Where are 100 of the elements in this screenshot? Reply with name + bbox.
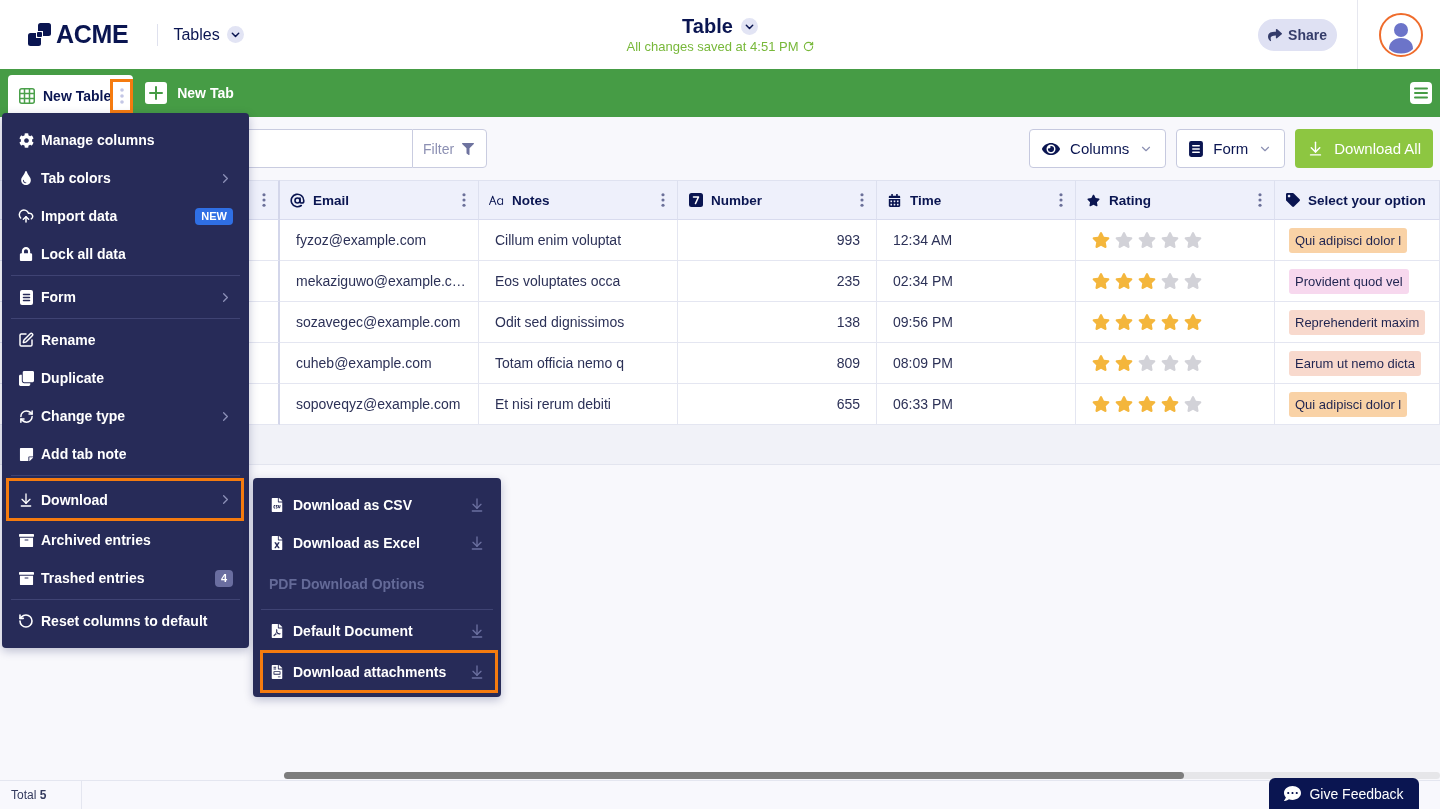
menu-item[interactable]: Download as CSV	[253, 486, 501, 524]
section-heading: PDF Download Options	[268, 575, 426, 594]
download-icon	[469, 535, 485, 551]
star-icon	[1184, 272, 1202, 290]
tab-menu-button[interactable]	[110, 79, 134, 113]
pdf-file-icon	[270, 624, 284, 638]
vertical-dots-icon[interactable]	[1258, 193, 1262, 207]
menu-item[interactable]: Duplicate	[2, 359, 249, 397]
menu-item[interactable]: Tab colors	[2, 159, 249, 197]
form-button[interactable]: Form	[1176, 129, 1286, 168]
plus-icon	[145, 82, 168, 104]
circular-arrows-icon	[18, 408, 34, 424]
undo-arrow-icon	[18, 613, 34, 629]
app-menu-button[interactable]: Tables	[173, 25, 244, 44]
column-header[interactable]: Select your option	[1275, 180, 1440, 220]
document-icon	[19, 289, 33, 305]
menu-item[interactable]: Download as Excel	[253, 524, 501, 562]
chevron-down-icon[interactable]	[740, 18, 758, 35]
avatar-icon[interactable]	[1379, 12, 1423, 57]
edit-icon	[18, 332, 34, 348]
csv-file-icon	[270, 498, 284, 512]
menu-item[interactable]: Download attachments	[260, 650, 498, 693]
menu-icon[interactable]	[1410, 82, 1432, 104]
table-cell: 809	[678, 343, 877, 384]
document-icon	[1189, 140, 1204, 157]
menu-item[interactable]: Add tab note	[2, 435, 249, 473]
feedback-button[interactable]: Give Feedback	[1269, 778, 1419, 809]
columns-button[interactable]: Columns	[1029, 129, 1167, 168]
star-icon	[1161, 395, 1179, 413]
menu-item[interactable]: Reset columns to default	[2, 602, 249, 640]
star-icon	[1115, 231, 1133, 249]
star-icon	[1092, 272, 1110, 290]
archive-box-icon	[18, 570, 34, 586]
table-cell: Cillum enim voluptat	[479, 220, 678, 261]
chevron-down-icon[interactable]	[226, 26, 244, 43]
calendar-icon	[888, 193, 901, 207]
menu-item[interactable]: Import data NEW	[2, 197, 249, 235]
droplet-icon	[19, 171, 33, 185]
download-icon	[18, 491, 34, 508]
column-header[interactable]: Rating	[1076, 180, 1275, 220]
star-icon	[1161, 313, 1179, 331]
star-icon	[1115, 395, 1133, 413]
cloud-upload-icon	[18, 208, 34, 224]
table-cell: 02:34 PM	[877, 261, 1076, 302]
sticky-note-icon	[18, 446, 34, 462]
vertical-dots-icon[interactable]	[661, 193, 665, 207]
tag-icon	[1285, 193, 1300, 207]
count-badge: 4	[214, 569, 233, 587]
star-icon	[1138, 272, 1156, 290]
table-cell: 235	[678, 261, 877, 302]
menu-item[interactable]: Default Document	[253, 612, 501, 650]
star-icon	[1138, 395, 1156, 413]
download-icon	[469, 497, 485, 513]
table-cell: 08:09 PM	[877, 343, 1076, 384]
menu-item[interactable]: Manage columns	[2, 121, 249, 159]
option-tag: Qui adipisci dolor l	[1289, 391, 1408, 417]
star-icon	[1087, 193, 1100, 207]
spreadsheet-file-icon	[270, 536, 284, 550]
menu-item[interactable]: Form	[2, 278, 249, 316]
star-icon	[1161, 272, 1179, 290]
option-tag: Provident quod vel	[1289, 268, 1409, 294]
save-status: All changes saved at 4:51 PM	[626, 39, 799, 54]
menu-item[interactable]: Change type	[2, 397, 249, 435]
star-icon	[1115, 313, 1133, 331]
table-cell: 12:34 AM	[877, 220, 1076, 261]
new-badge: NEW	[195, 207, 233, 225]
document-icon	[270, 664, 284, 679]
table-cell: 138	[678, 302, 877, 343]
star-icon	[1184, 354, 1202, 372]
archive-box-icon	[18, 532, 34, 548]
vertical-dots-icon[interactable]	[1059, 193, 1063, 207]
menu-item[interactable]: Rename	[2, 321, 249, 359]
column-header[interactable]: Notes	[479, 180, 678, 220]
scrollbar-thumb[interactable]	[284, 772, 1184, 779]
menu-item[interactable]: Trashed entries 4	[2, 559, 249, 597]
total-count: Total 5	[0, 781, 82, 809]
table-cell: 993	[678, 220, 877, 261]
menu-item[interactable]: Archived entries	[2, 521, 249, 559]
star-icon	[1161, 231, 1179, 249]
menu-item[interactable]: Lock all data	[2, 235, 249, 273]
column-header[interactable]: Email	[280, 180, 479, 220]
table-cell: Totam officia nemo q	[479, 343, 678, 384]
vertical-dots-icon[interactable]	[262, 193, 266, 207]
column-header[interactable]: Time	[877, 180, 1076, 220]
logo-icon	[28, 22, 52, 47]
vertical-dots-icon[interactable]	[462, 193, 466, 207]
column-header[interactable]: Number	[678, 180, 877, 220]
option-tag: Reprehenderit maxim	[1289, 309, 1426, 335]
vertical-dots-icon	[119, 88, 124, 104]
star-icon	[1092, 354, 1110, 372]
vertical-dots-icon[interactable]	[860, 193, 864, 207]
menu-item[interactable]: Download	[6, 478, 244, 521]
star-icon	[1138, 231, 1156, 249]
logo-text: ACME	[56, 20, 129, 49]
document-title: Table	[682, 15, 733, 38]
star-icon	[1092, 231, 1110, 249]
star-icon	[1184, 231, 1202, 249]
star-icon	[1092, 313, 1110, 331]
star-icon	[1184, 395, 1202, 413]
share-button[interactable]: Share	[1258, 18, 1337, 51]
